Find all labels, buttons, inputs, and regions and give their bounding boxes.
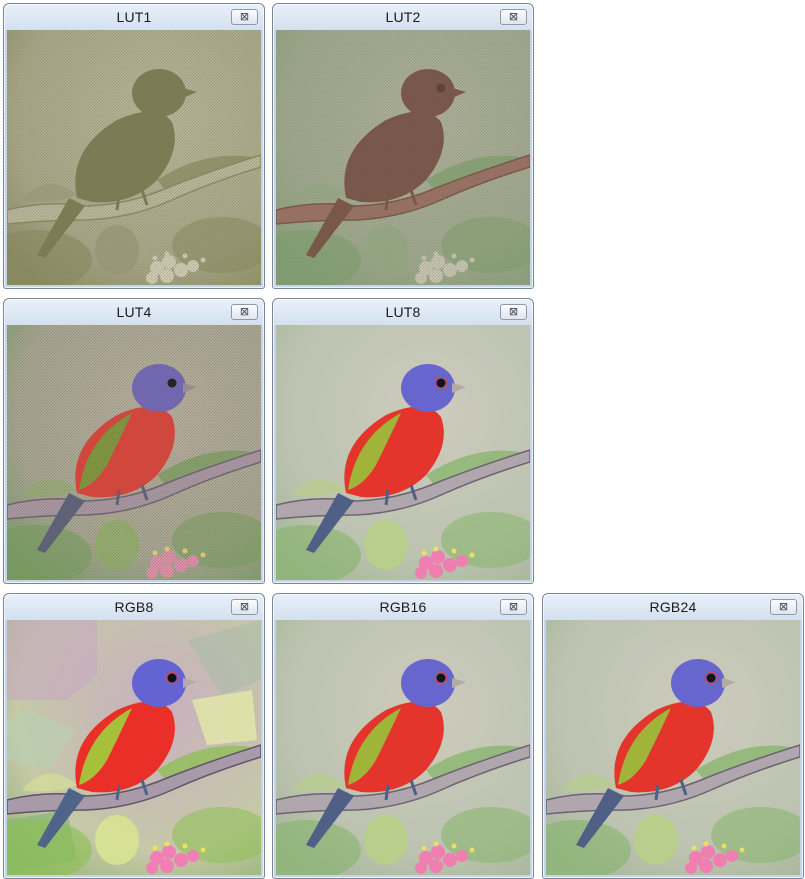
close-button[interactable]: ⊠ xyxy=(770,599,797,615)
bird-image xyxy=(276,325,530,580)
window-rgb8[interactable]: RGB8 ⊠ xyxy=(3,593,265,879)
title-bar[interactable]: LUT1 ⊠ xyxy=(4,4,264,30)
title-bar[interactable]: LUT2 ⊠ xyxy=(273,4,533,30)
window-rgb24[interactable]: RGB24 ⊠ xyxy=(542,593,804,879)
window-rgb16[interactable]: RGB16 ⊠ xyxy=(272,593,534,879)
title-bar[interactable]: RGB16 ⊠ xyxy=(273,594,533,620)
window-title: LUT2 xyxy=(385,9,421,25)
window-title: LUT1 xyxy=(116,9,152,25)
bird-image xyxy=(546,620,800,875)
image-canvas xyxy=(276,620,530,875)
image-canvas xyxy=(276,325,530,580)
title-bar[interactable]: RGB24 ⊠ xyxy=(543,594,803,620)
close-button[interactable]: ⊠ xyxy=(500,304,527,320)
window-title: LUT4 xyxy=(116,304,152,320)
window-title: LUT8 xyxy=(385,304,421,320)
window-lut8[interactable]: LUT8 ⊠ xyxy=(272,298,534,584)
close-button[interactable]: ⊠ xyxy=(500,599,527,615)
image-canvas xyxy=(7,620,261,875)
image-canvas xyxy=(7,30,261,285)
title-bar[interactable]: LUT4 ⊠ xyxy=(4,299,264,325)
close-button[interactable]: ⊠ xyxy=(500,9,527,25)
window-title: RGB8 xyxy=(114,599,154,615)
close-button[interactable]: ⊠ xyxy=(231,599,258,615)
close-button[interactable]: ⊠ xyxy=(231,9,258,25)
image-canvas xyxy=(7,325,261,580)
window-title: RGB16 xyxy=(379,599,427,615)
image-canvas xyxy=(276,30,530,285)
window-lut1[interactable]: LUT1 ⊠ xyxy=(3,3,265,289)
title-bar[interactable]: RGB8 ⊠ xyxy=(4,594,264,620)
bird-image xyxy=(7,325,261,580)
window-lut2[interactable]: LUT2 ⊠ xyxy=(272,3,534,289)
bird-image xyxy=(276,620,530,875)
bird-image xyxy=(7,30,261,285)
bird-image xyxy=(7,620,261,875)
desktop: LUT1 ⊠ LUT2 ⊠ LUT4 ⊠ LUT8 ⊠ RGB8 ⊠ RGB16… xyxy=(0,0,805,879)
window-lut4[interactable]: LUT4 ⊠ xyxy=(3,298,265,584)
title-bar[interactable]: LUT8 ⊠ xyxy=(273,299,533,325)
image-canvas xyxy=(546,620,800,875)
bird-image xyxy=(276,30,530,285)
window-title: RGB24 xyxy=(649,599,697,615)
close-button[interactable]: ⊠ xyxy=(231,304,258,320)
